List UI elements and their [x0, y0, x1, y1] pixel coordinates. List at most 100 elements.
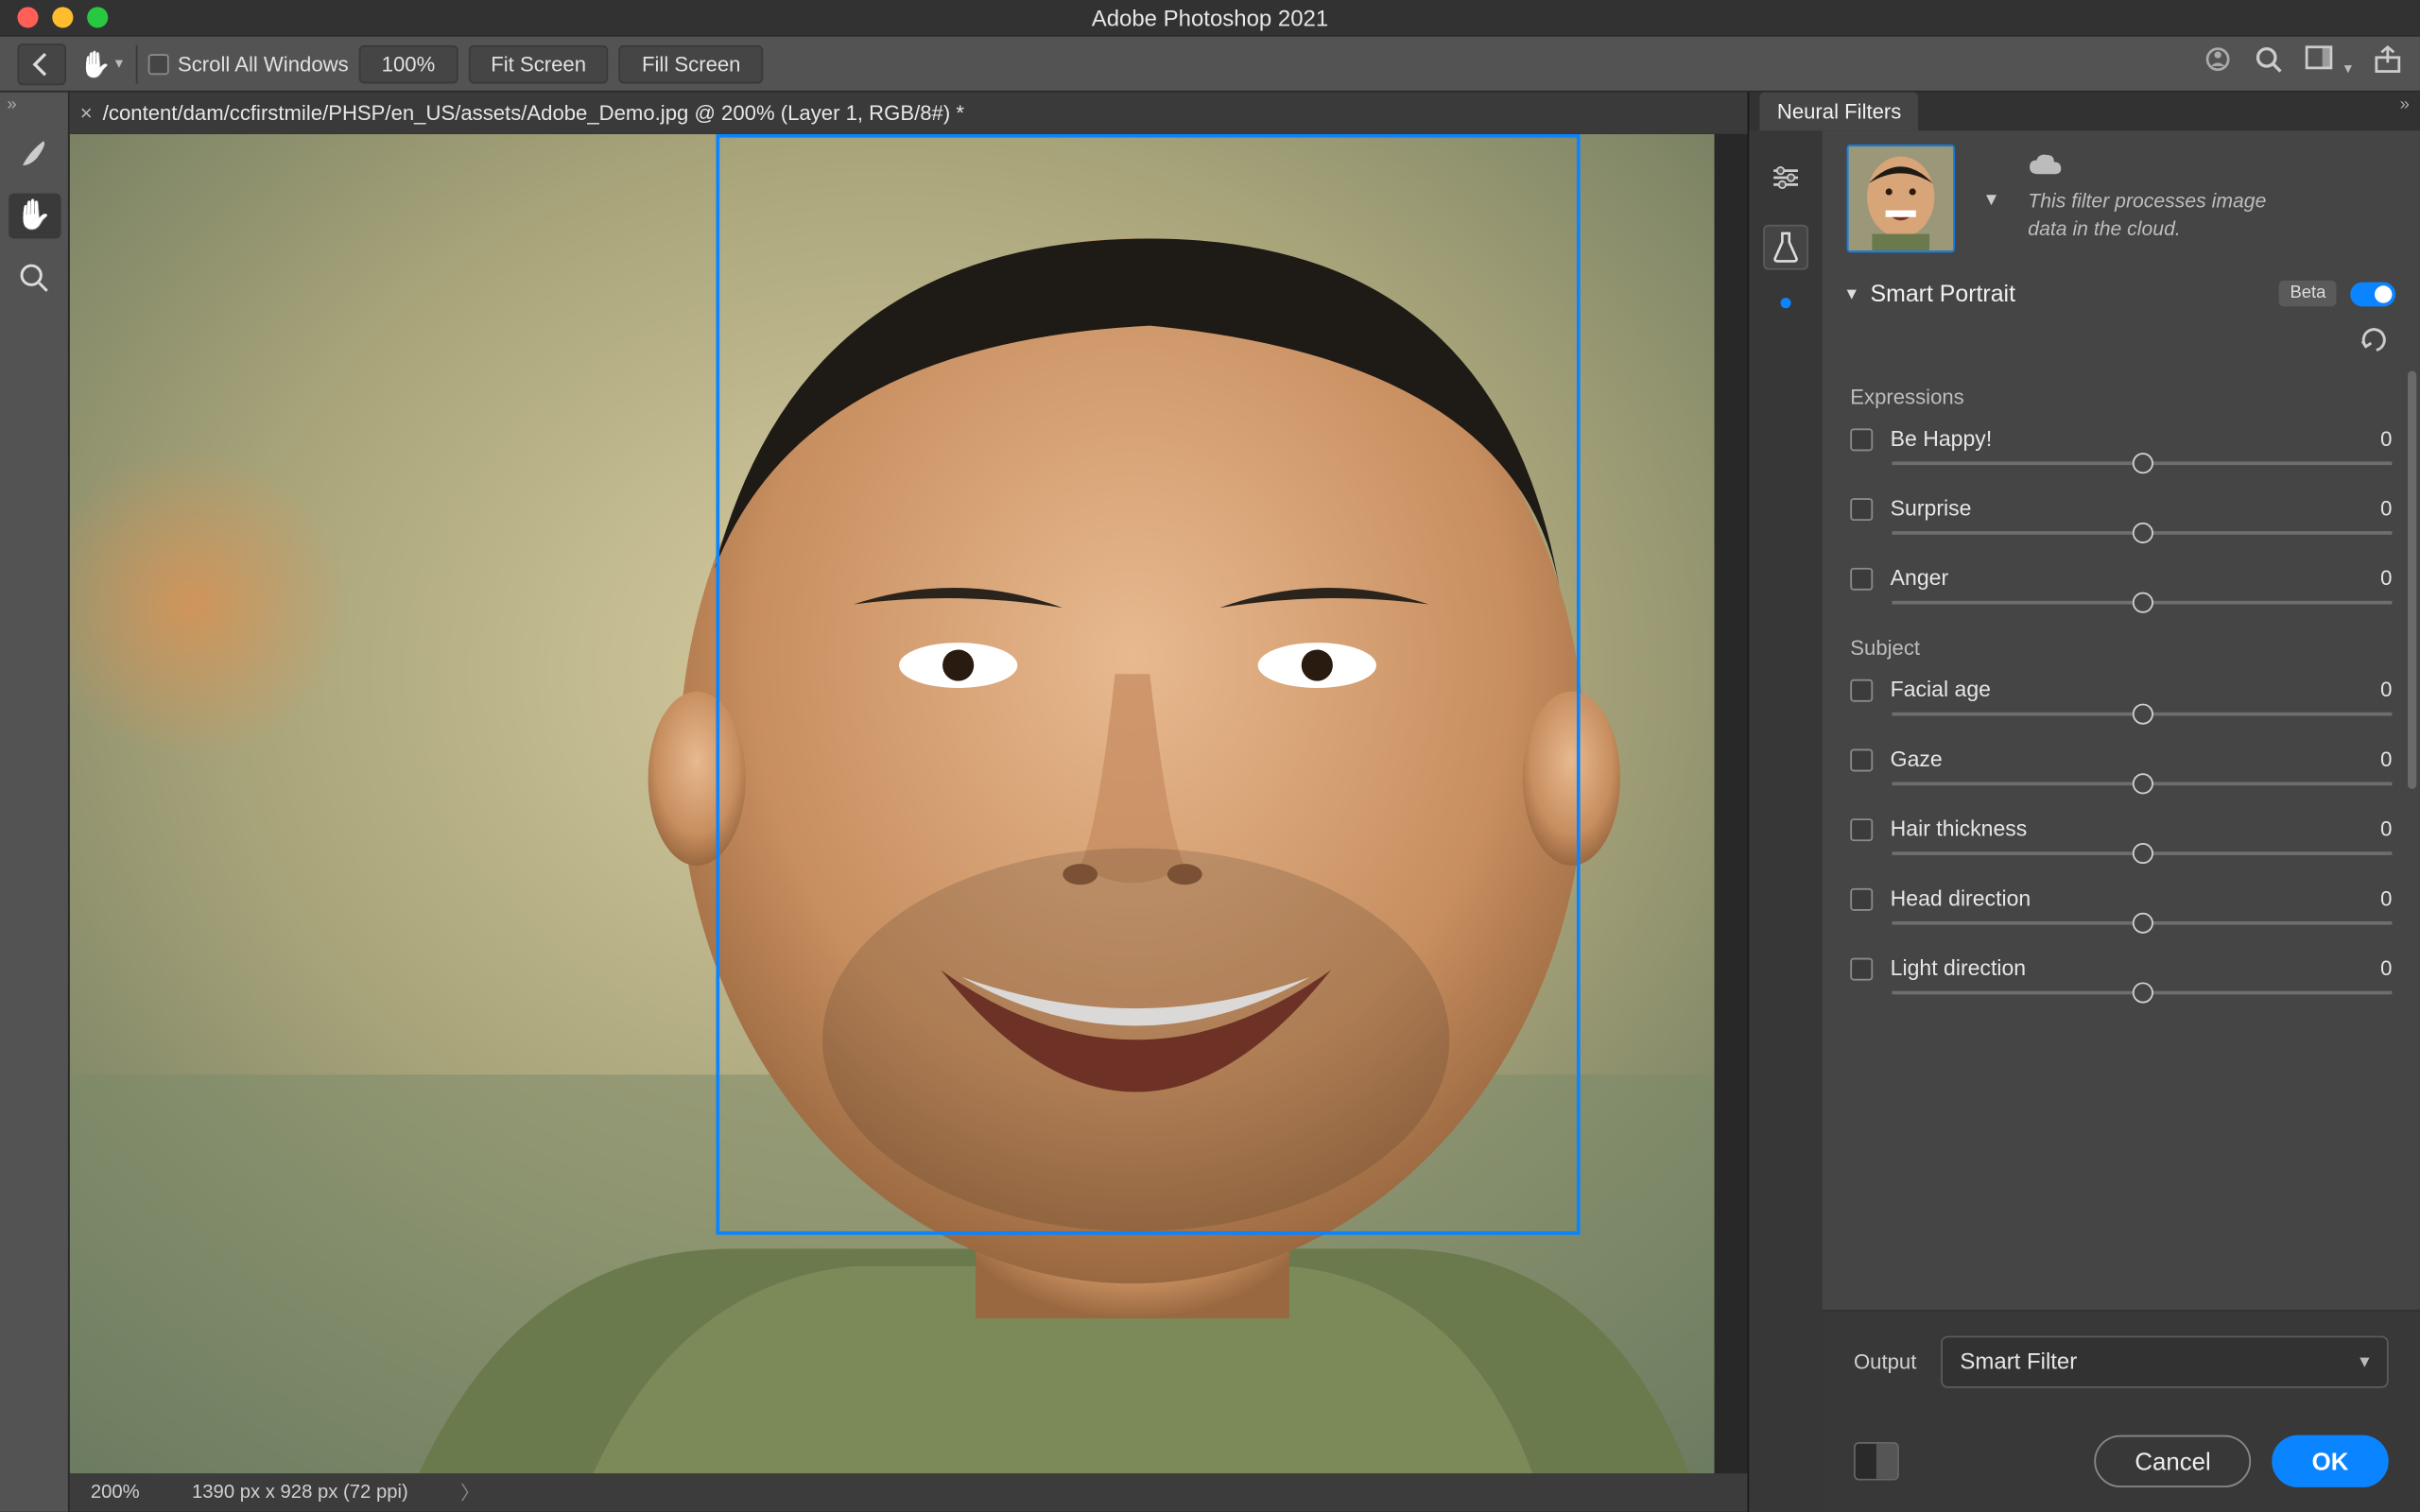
- maximize-window-icon[interactable]: [87, 7, 108, 27]
- slider-value[interactable]: 0: [2380, 956, 2392, 981]
- cloud-icon: [2028, 153, 2289, 182]
- slider-value[interactable]: 0: [2380, 886, 2392, 911]
- toolstrip-expand-icon[interactable]: »: [7, 95, 16, 114]
- slider-row: Anger0: [1850, 566, 2392, 605]
- slider-label: Light direction: [1891, 956, 2380, 981]
- cancel-button[interactable]: Cancel: [2095, 1435, 2251, 1487]
- cloud-sync-icon[interactable]: [2203, 43, 2234, 83]
- panel-active-indicator-icon: [1781, 298, 1791, 308]
- slider-track[interactable]: [1892, 601, 2392, 605]
- ok-button[interactable]: OK: [2272, 1435, 2388, 1487]
- slider-row: Gaze0: [1850, 747, 2392, 786]
- app-window: Adobe Photoshop 2021 ✋▾ Scroll All Windo…: [0, 0, 2420, 1512]
- slider-value[interactable]: 0: [2380, 496, 2392, 521]
- slider-track[interactable]: [1892, 991, 2392, 995]
- panel-tab-neural-filters[interactable]: Neural Filters: [1759, 93, 1918, 131]
- slider-track[interactable]: [1892, 851, 2392, 855]
- slider-enable-checkbox[interactable]: [1850, 567, 1873, 590]
- hand-tool-icon[interactable]: ✋▾: [77, 43, 126, 84]
- close-window-icon[interactable]: [17, 7, 38, 27]
- scroll-all-windows-checkbox[interactable]: Scroll All Windows: [148, 51, 349, 76]
- search-icon[interactable]: [2256, 44, 2285, 83]
- slider-thumb[interactable]: [2132, 593, 2152, 613]
- filter-enable-toggle[interactable]: [2350, 282, 2395, 306]
- slider-enable-checkbox[interactable]: [1850, 887, 1873, 910]
- slider-enable-checkbox[interactable]: [1850, 748, 1873, 771]
- document-tab[interactable]: × /content/dam/ccfirstmile/PHSP/en_US/as…: [80, 101, 964, 126]
- workspace-layout-icon[interactable]: ▾: [2306, 45, 2352, 82]
- zoom-tool[interactable]: [8, 256, 60, 301]
- before-after-toggle[interactable]: [1854, 1442, 1899, 1481]
- slider-track[interactable]: [1892, 782, 2392, 786]
- slider-track[interactable]: [1892, 461, 2392, 465]
- slider-row: Hair thickness0: [1850, 816, 2392, 855]
- slider-value[interactable]: 0: [2380, 747, 2392, 772]
- app-title: Adobe Photoshop 2021: [1092, 5, 1328, 31]
- slider-row: Facial age0: [1850, 678, 2392, 716]
- slider-label: Hair thickness: [1891, 816, 2380, 841]
- slider-thumb[interactable]: [2132, 523, 2152, 543]
- slider-value[interactable]: 0: [2380, 566, 2392, 591]
- fill-screen-button[interactable]: Fill Screen: [619, 44, 763, 83]
- slider-label: Anger: [1891, 566, 2380, 591]
- canvas[interactable]: [70, 134, 1748, 1473]
- slider-value[interactable]: 0: [2380, 816, 2392, 841]
- document-tab-bar: × /content/dam/ccfirstmile/PHSP/en_US/as…: [70, 93, 1748, 134]
- filter-settings-icon[interactable]: [1763, 155, 1808, 200]
- slider-track[interactable]: [1892, 713, 2392, 716]
- neural-filters-panel: Neural Filters »: [1748, 93, 2420, 1512]
- back-button[interactable]: [17, 43, 66, 84]
- slider-enable-checkbox[interactable]: [1850, 957, 1873, 980]
- panel-header: ▾ This filter processes image data in th…: [1823, 130, 2420, 266]
- slider-enable-checkbox[interactable]: [1850, 497, 1873, 520]
- slider-group-label: Expressions: [1850, 385, 2392, 409]
- slider-track[interactable]: [1892, 921, 2392, 925]
- slider-scroll-area[interactable]: ExpressionsBe Happy!0Surprise0Anger0Subj…: [1823, 371, 2420, 1310]
- share-icon[interactable]: [2373, 44, 2402, 83]
- chevron-down-icon[interactable]: ▾: [1847, 283, 1857, 305]
- panel-collapse-icon[interactable]: »: [2400, 95, 2410, 114]
- slider-track[interactable]: [1892, 531, 2392, 535]
- panel-content: ▾ This filter processes image data in th…: [1823, 130, 2420, 1511]
- chevron-left-icon: [27, 50, 55, 77]
- slider-row: Surprise0: [1850, 496, 2392, 535]
- status-chevron-icon[interactable]: 〉: [460, 1479, 479, 1506]
- slider-thumb[interactable]: [2132, 843, 2152, 864]
- status-dimensions: 1390 px x 928 px (72 ppi): [192, 1482, 408, 1503]
- canvas-viewport[interactable]: 200% 1390 px x 928 px (72 ppi) 〉: [70, 134, 1748, 1512]
- document-area: × /content/dam/ccfirstmile/PHSP/en_US/as…: [70, 93, 1748, 1512]
- slider-label: Be Happy!: [1891, 427, 2380, 452]
- cloud-processing-note: This filter processes image data in the …: [2028, 153, 2289, 244]
- slider-thumb[interactable]: [2132, 982, 2152, 1003]
- options-right-icons: ▾: [2203, 43, 2402, 83]
- slider-enable-checkbox[interactable]: [1850, 679, 1873, 701]
- brush-tool[interactable]: [8, 130, 60, 176]
- filter-beta-icon[interactable]: [1763, 225, 1808, 270]
- minimize-window-icon[interactable]: [52, 7, 73, 27]
- slider-label: Head direction: [1891, 886, 2380, 911]
- slider-thumb[interactable]: [2132, 913, 2152, 934]
- panel-tab-bar: Neural Filters »: [1749, 93, 2420, 131]
- slider-enable-checkbox[interactable]: [1850, 817, 1873, 840]
- slider-label: Facial age: [1891, 678, 2380, 702]
- panel-scrollbar[interactable]: [2408, 371, 2416, 789]
- slider-value[interactable]: 0: [2380, 678, 2392, 702]
- slider-row: Be Happy!0: [1850, 427, 2392, 466]
- slider-row: Head direction0: [1850, 886, 2392, 925]
- slider-value[interactable]: 0: [2380, 427, 2392, 452]
- status-zoom[interactable]: 200%: [91, 1482, 140, 1503]
- reset-icon[interactable]: [2360, 327, 2392, 356]
- fit-screen-button[interactable]: Fit Screen: [468, 44, 609, 83]
- panel-footer: Cancel OK: [1823, 1411, 2420, 1512]
- face-thumbnail[interactable]: [1847, 145, 1955, 252]
- slider-thumb[interactable]: [2132, 773, 2152, 794]
- slider-thumb[interactable]: [2132, 704, 2152, 725]
- hand-tool[interactable]: ✋: [8, 194, 60, 239]
- slider-enable-checkbox[interactable]: [1850, 427, 1873, 450]
- face-select-dropdown[interactable]: ▾: [1976, 183, 2007, 215]
- close-tab-icon[interactable]: ×: [80, 101, 93, 126]
- options-bar: ✋▾ Scroll All Windows 100% Fit Screen Fi…: [0, 35, 2420, 93]
- output-select[interactable]: Smart Filter ▾: [1941, 1335, 2389, 1387]
- zoom-level-button[interactable]: 100%: [359, 44, 458, 83]
- slider-thumb[interactable]: [2132, 453, 2152, 473]
